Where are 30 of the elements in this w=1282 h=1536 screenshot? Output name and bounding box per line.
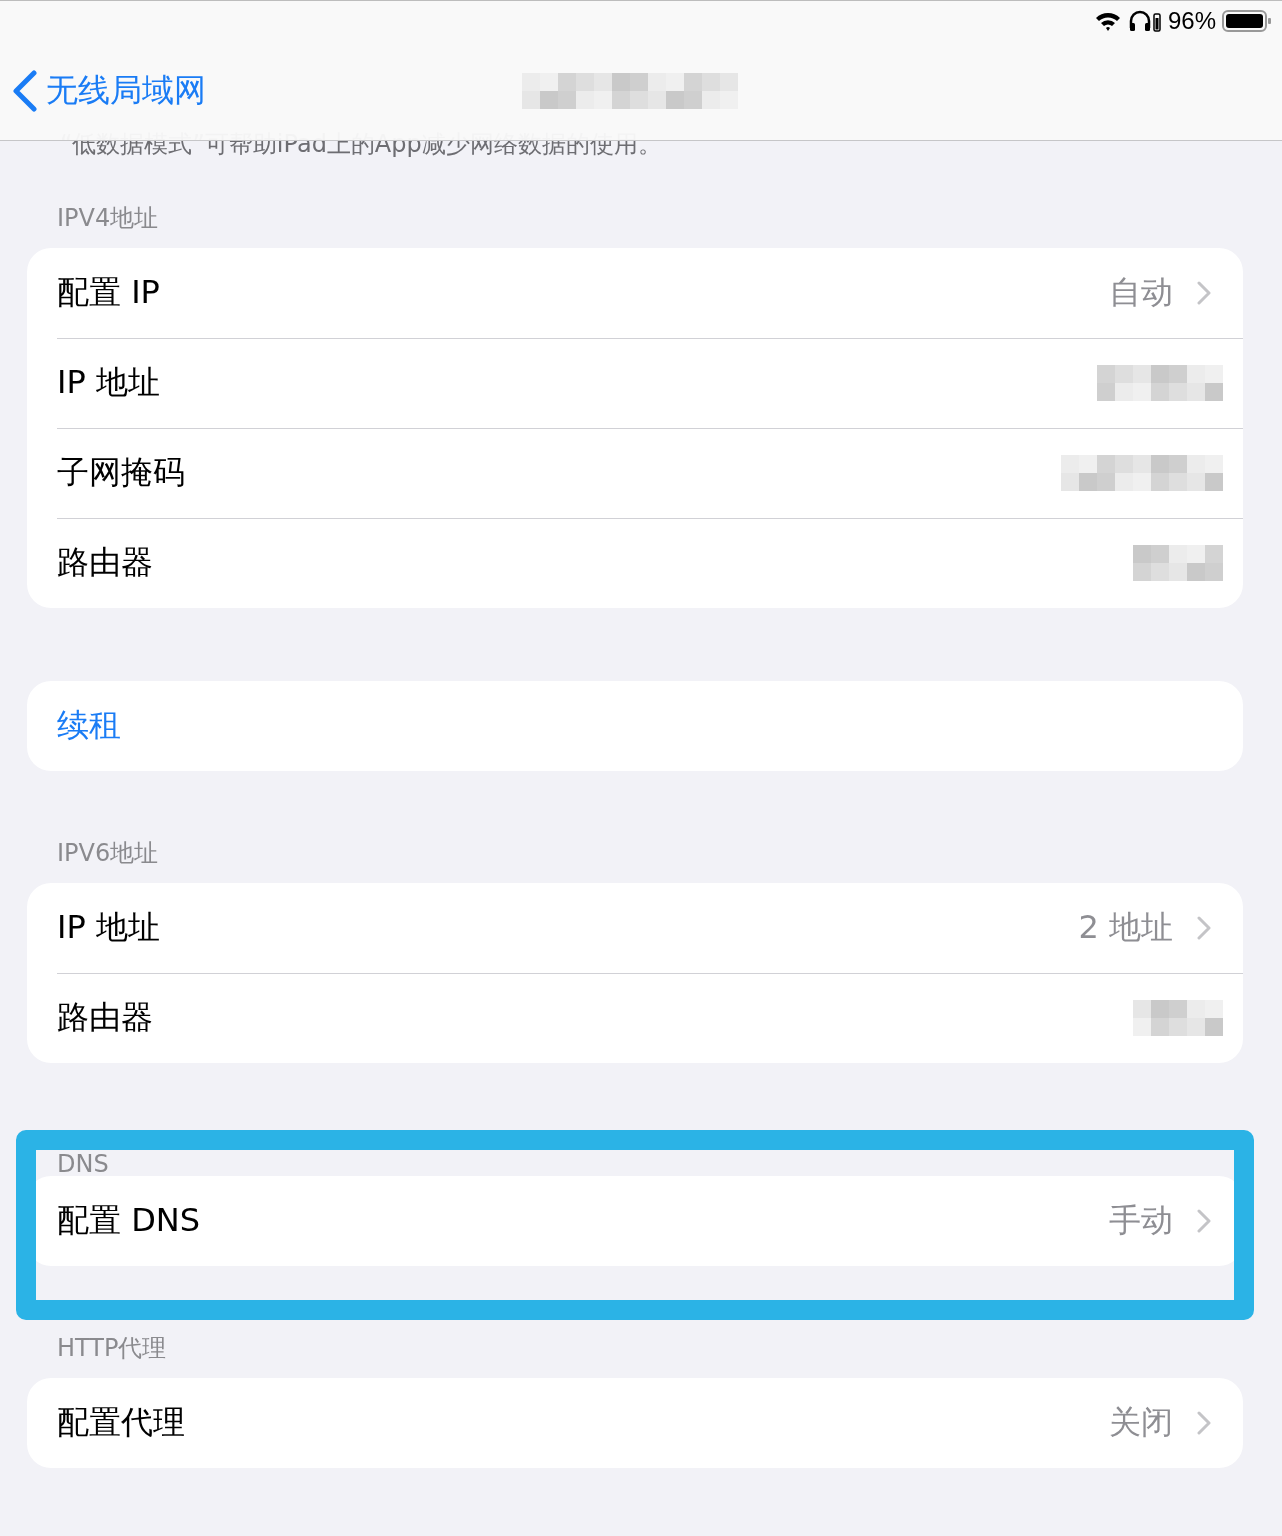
settings-row[interactable]: 配置 IP 自动 xyxy=(27,248,1243,338)
section-header: HTTP代理 xyxy=(57,1333,168,1363)
back-button[interactable]: 无线局域网 xyxy=(12,69,206,113)
row-value: 自动 xyxy=(1109,272,1173,313)
battery-icon xyxy=(1222,9,1272,33)
settings-row[interactable]: IP 地址 2 地址 xyxy=(27,883,1243,973)
row-label: 配置 IP xyxy=(57,272,160,313)
row-label: 配置代理 xyxy=(57,1402,185,1443)
section-header: IPV4地址 xyxy=(57,203,160,233)
row-label: 路由器 xyxy=(57,542,153,583)
row-value: 2 地址 xyxy=(1078,907,1173,948)
chevron-icon xyxy=(1197,1209,1211,1233)
row-value: 手动 xyxy=(1109,1200,1173,1241)
headphones-icon xyxy=(1127,10,1162,32)
row-label: 子网掩码 xyxy=(57,452,185,493)
row-value: 关闭 xyxy=(1109,1402,1173,1443)
row-label: IP 地址 xyxy=(57,907,160,948)
settings-row[interactable]: 配置 DNS 手动 xyxy=(27,1176,1243,1266)
section-header: IPV6地址 xyxy=(57,838,160,868)
row-label: 路由器 xyxy=(57,997,153,1038)
chevron-icon xyxy=(1197,281,1211,305)
chevron-icon xyxy=(12,70,38,112)
renew-lease-button[interactable]: 续租 xyxy=(57,704,121,748)
row-label: IP 地址 xyxy=(57,362,160,403)
section-header: DNS xyxy=(57,1149,110,1176)
battery-percentage: 96% xyxy=(1167,7,1216,35)
chevron-icon xyxy=(1197,1411,1211,1435)
settings-row[interactable]: 配置代理 关闭 xyxy=(27,1378,1243,1468)
chevron-icon xyxy=(1197,916,1211,940)
row-label: 配置 DNS xyxy=(57,1200,201,1241)
